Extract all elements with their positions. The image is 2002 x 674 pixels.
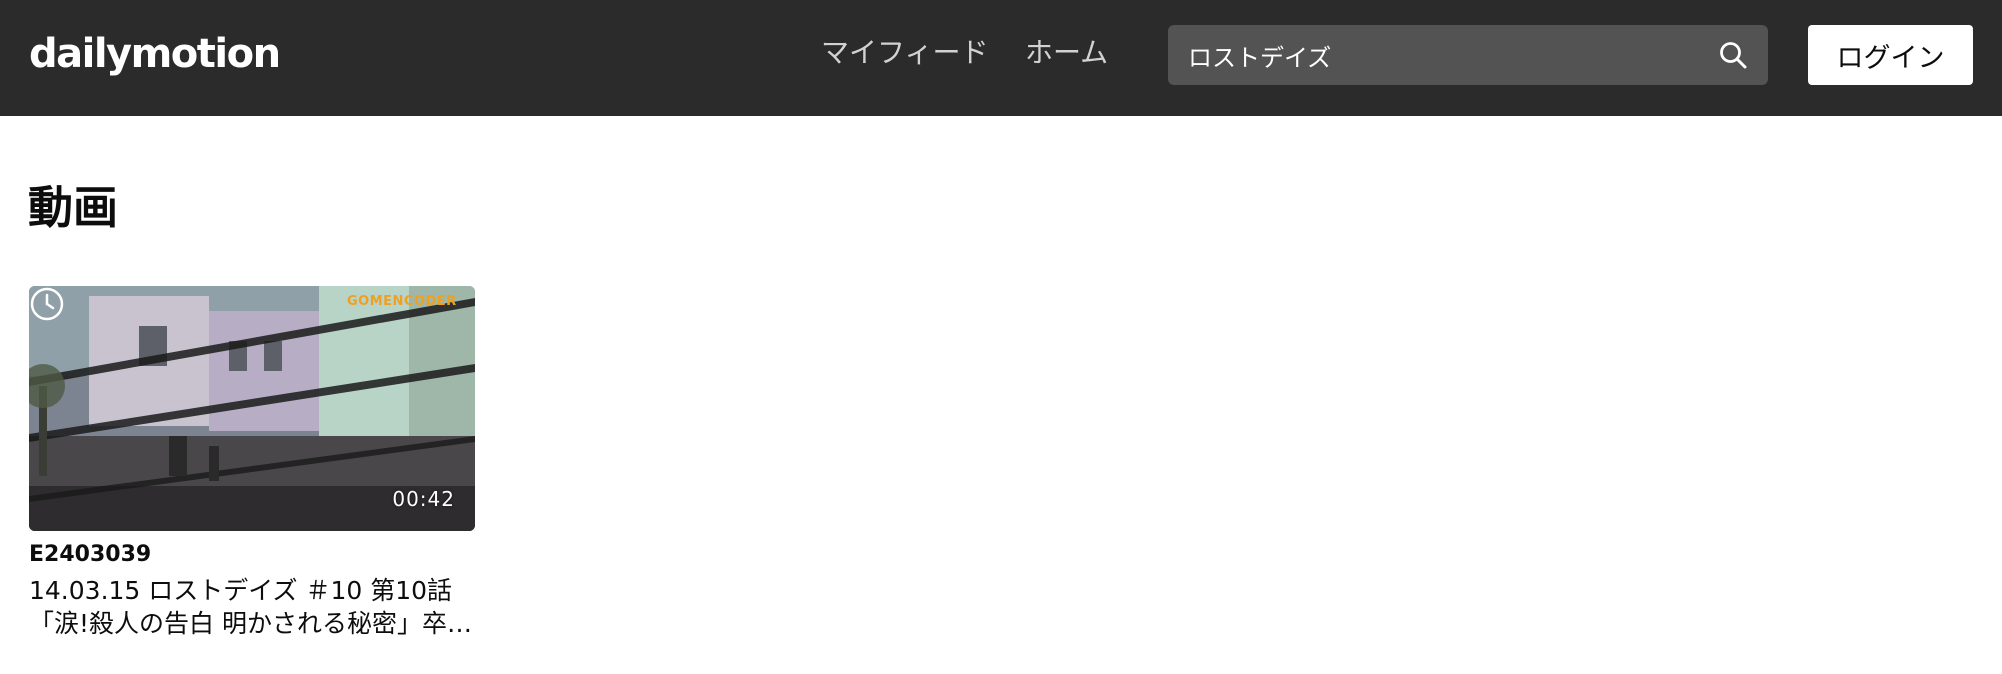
nav-my-feed[interactable]: マイフィード — [821, 33, 988, 73]
video-thumbnail[interactable]: GOMENCODER 00:42 — [29, 286, 475, 531]
thumbnail-watermark: GOMENCODER — [347, 294, 457, 309]
dailymotion-logo[interactable]: dailymotion — [29, 26, 281, 82]
channel-name[interactable]: E2403039 — [29, 540, 475, 570]
login-button[interactable]: ログイン — [1808, 25, 1973, 85]
video-duration: 00:42 — [392, 487, 455, 511]
video-title[interactable]: 14.03.15 ロストデイズ ＃10 第10話 「涙!殺人の告白 明かされる秘… — [29, 574, 475, 640]
clock-icon[interactable] — [29, 286, 65, 322]
video-card: GOMENCODER 00:42 E2403039 14.03.15 ロストデイ… — [29, 286, 475, 640]
video-title-line1: 14.03.15 ロストデイズ ＃10 第10話 — [29, 576, 453, 605]
search-bar — [1168, 25, 1768, 85]
search-icon[interactable] — [1718, 40, 1748, 70]
search-input[interactable] — [1188, 25, 1698, 85]
video-title-line2: 「涙!殺人の告白 明かされる秘密」卒… — [29, 609, 472, 638]
top-bar: dailymotion マイフィード ホーム ログイン — [0, 0, 2002, 116]
nav-home[interactable]: ホーム — [1025, 33, 1108, 73]
section-title-videos: 動画 — [28, 181, 119, 234]
